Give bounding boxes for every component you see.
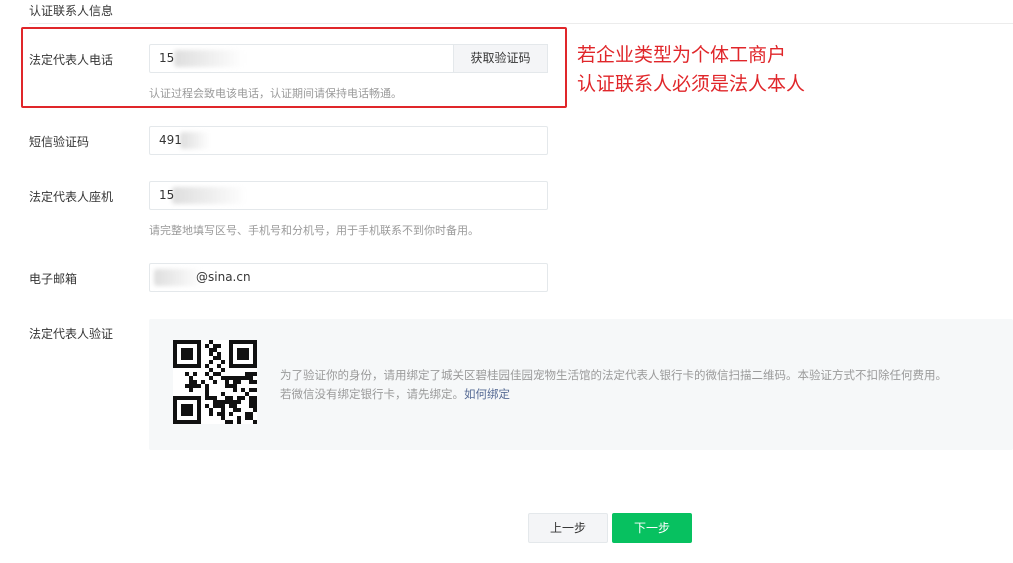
verify-text-line-2: 若微信没有绑定银行卡，请先绑定。 [280,387,464,401]
landline-label: 法定代表人座机 [29,190,114,204]
section-title: 认证联系人信息 [29,4,114,18]
email-value: @sina.cn [196,270,251,284]
email-label: 电子邮箱 [29,272,78,286]
sms-code-input[interactable]: 491 [149,126,548,155]
verify-text-line-1: 为了验证你的身份，请用绑定了城关区碧桂园佳园宠物生活馆的法定代表人银行卡的微信扫… [280,368,947,382]
landline-redaction [172,187,247,204]
landline-hint: 请完整地填写区号、手机号和分机号，用于手机联系不到你时备用。 [149,224,479,237]
phone-redaction [174,50,244,67]
section-divider [29,23,1013,24]
annotation-line-1: 若企业类型为个体工商户 [577,44,787,66]
verify-label: 法定代表人验证 [29,327,114,341]
landline-value: 15 [159,188,175,202]
email-input[interactable]: @sina.cn [149,263,548,292]
sms-redaction [180,132,210,149]
landline-input[interactable]: 15 [149,181,548,210]
email-redaction [154,269,202,286]
verify-panel: 为了验证你的身份，请用绑定了城关区碧桂园佳园宠物生活馆的法定代表人银行卡的微信扫… [149,319,1013,450]
sms-code-label: 短信验证码 [29,135,90,149]
get-code-button[interactable]: 获取验证码 [453,44,548,73]
prev-step-button[interactable]: 上一步 [528,513,608,543]
sms-code-value: 491 [159,133,182,147]
how-to-bind-link[interactable]: 如何绑定 [464,387,510,401]
phone-input[interactable]: 15 获取验证码 [149,44,548,73]
verify-description: 为了验证你的身份，请用绑定了城关区碧桂园佳园宠物生活馆的法定代表人银行卡的微信扫… [280,366,1000,404]
qr-code-icon[interactable] [173,340,257,424]
phone-label: 法定代表人电话 [29,53,114,67]
phone-value: 15 [159,51,175,65]
phone-hint: 认证过程会致电该电话，认证期间请保持电话畅通。 [149,87,402,100]
next-step-button[interactable]: 下一步 [612,513,692,543]
annotation-line-2: 认证联系人必须是法人本人 [577,73,806,95]
